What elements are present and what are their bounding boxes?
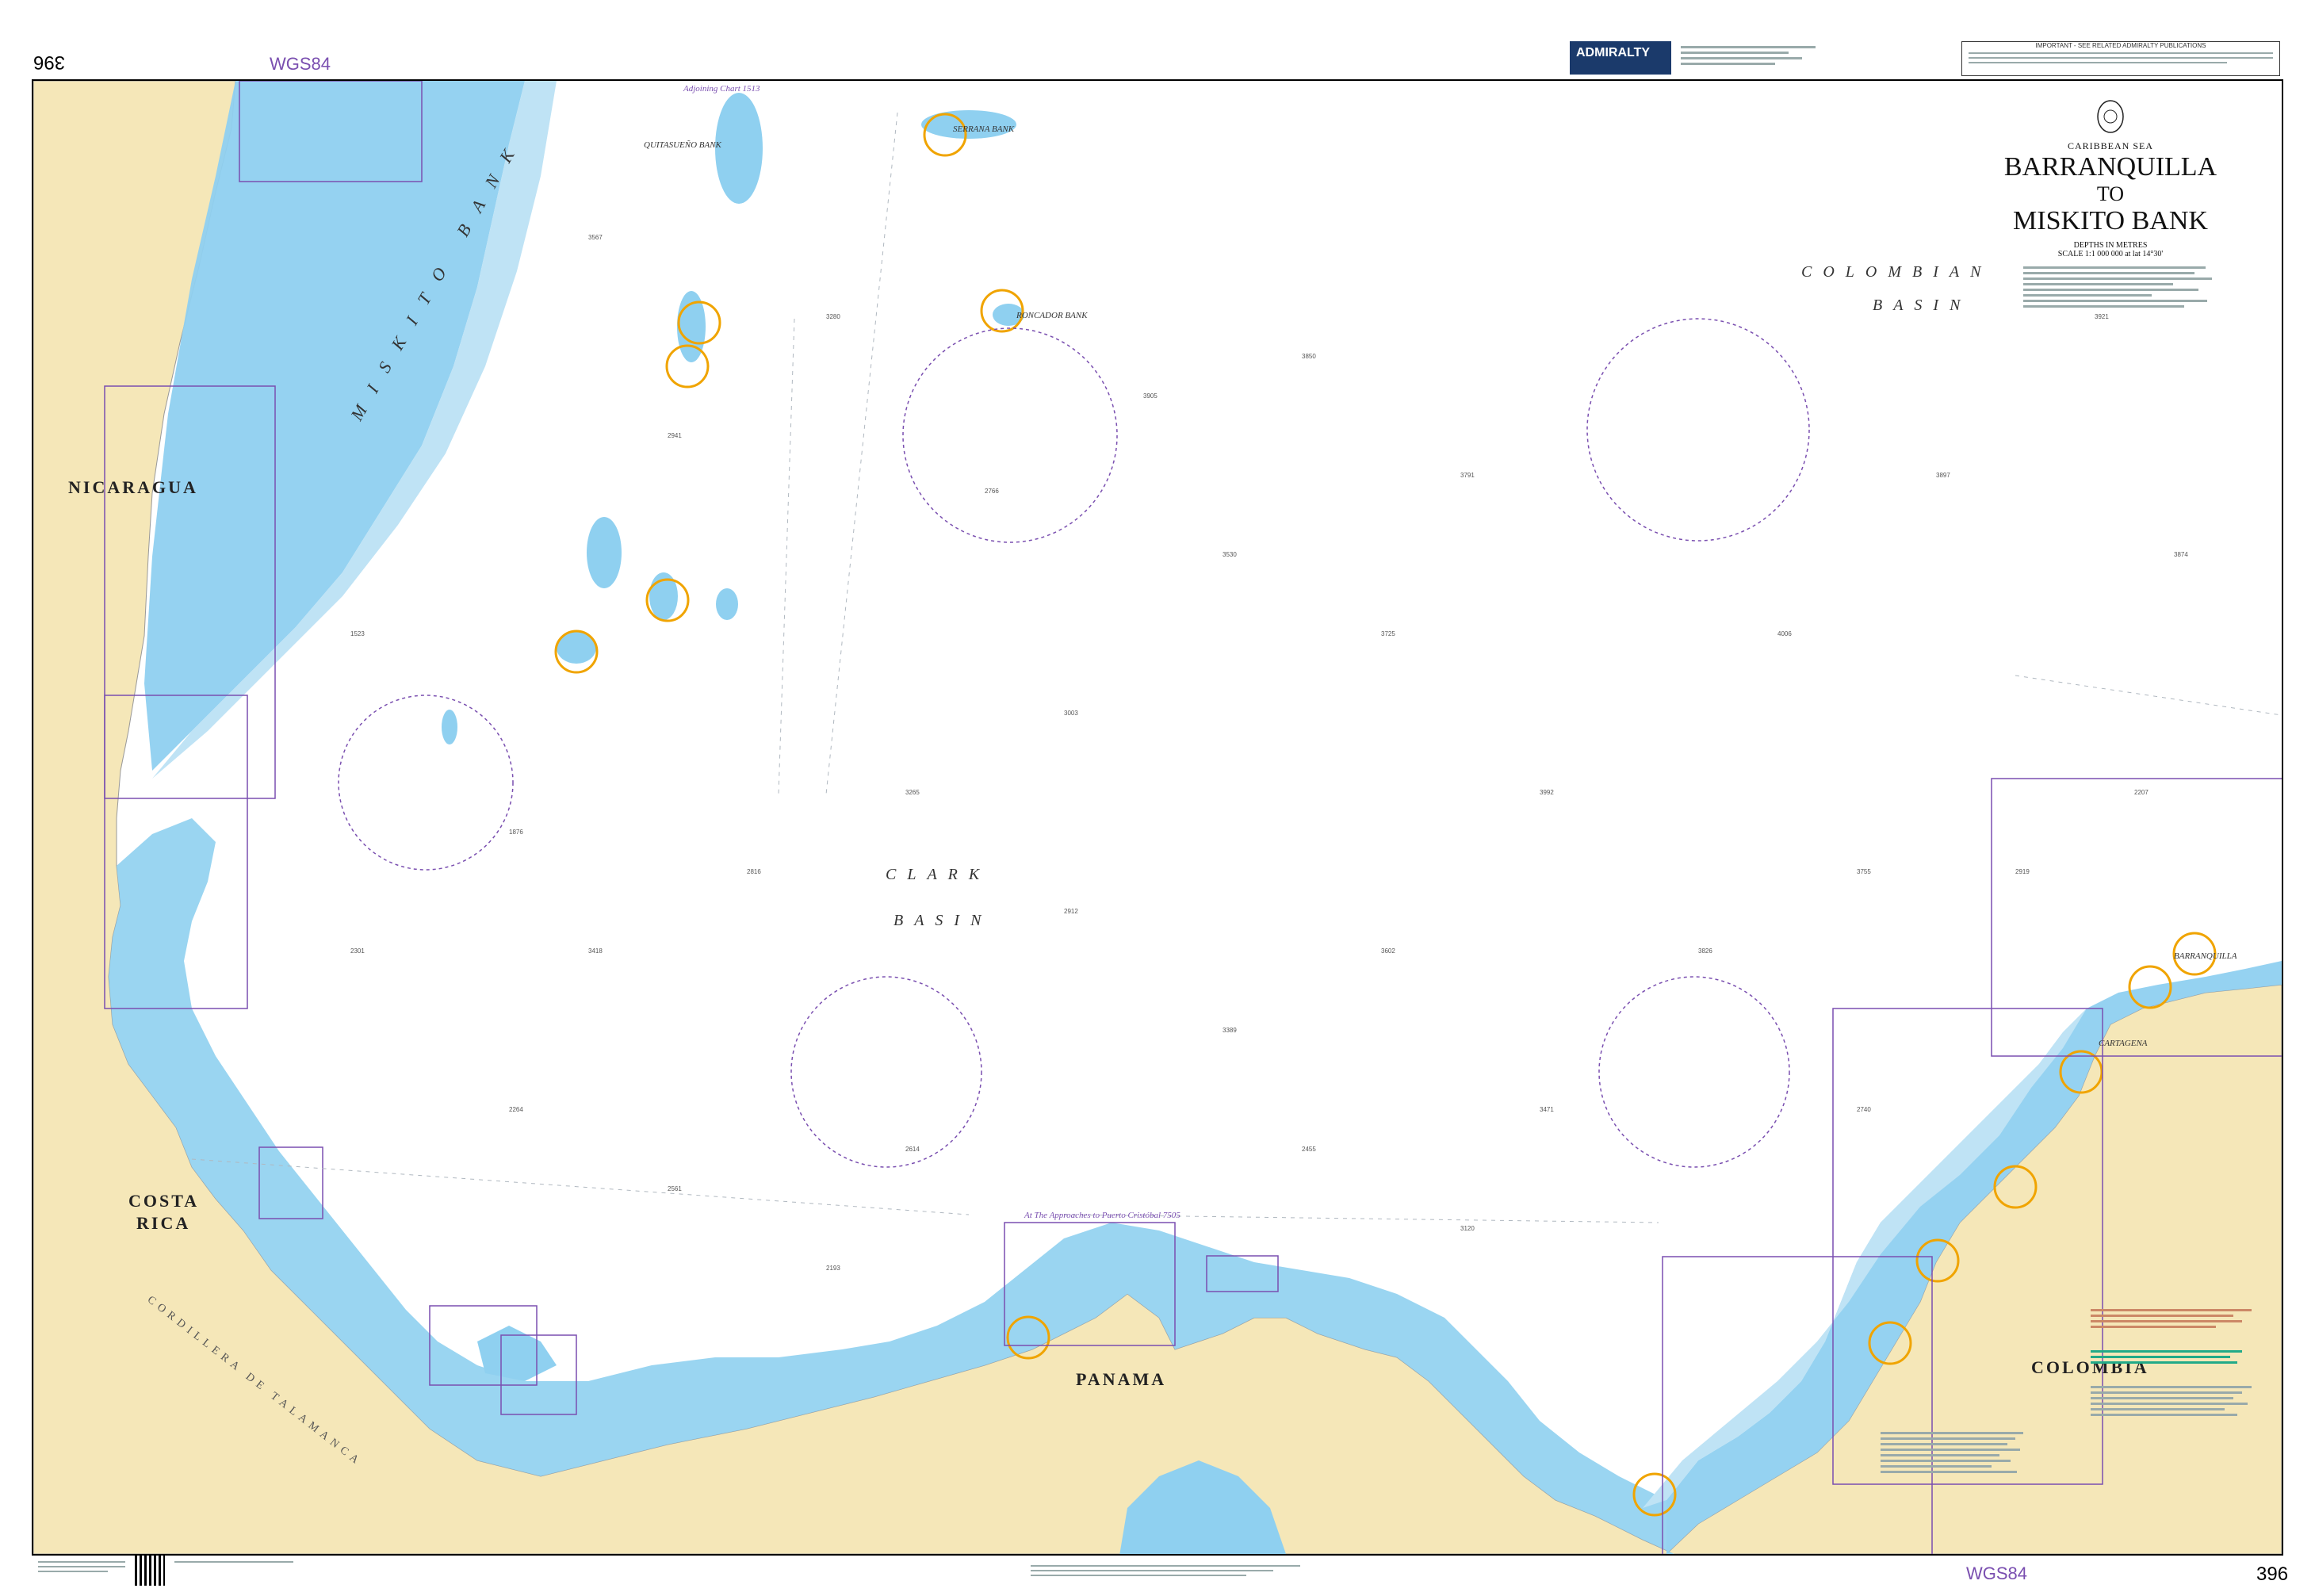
- svg-text:3992: 3992: [1540, 789, 1554, 796]
- title-notes: [1984, 266, 2237, 308]
- svg-text:3567: 3567: [588, 234, 603, 241]
- isla-small: [442, 710, 457, 744]
- svg-text:2766: 2766: [985, 488, 999, 495]
- title-scale: SCALE 1:1 000 000 at lat 14°30': [2057, 250, 2164, 258]
- svg-text:3874: 3874: [2174, 551, 2188, 558]
- svg-text:3418: 3418: [588, 947, 603, 955]
- svg-text:2912: 2912: [1064, 908, 1078, 915]
- label-basin-clark: BASIN: [893, 912, 993, 929]
- title-line-3: MISKITO BANK: [2013, 206, 2208, 235]
- svg-text:3265: 3265: [905, 789, 920, 796]
- top-caution-text: [1681, 43, 1816, 75]
- label-cartagena: CARTAGENA: [2099, 1039, 2148, 1048]
- svg-text:3602: 3602: [1381, 947, 1395, 955]
- svg-text:2561: 2561: [668, 1185, 682, 1192]
- svg-text:1876: 1876: [509, 829, 523, 836]
- svg-text:2614: 2614: [905, 1146, 920, 1153]
- qr-code-icon: [135, 1556, 165, 1586]
- svg-text:3850: 3850: [1302, 353, 1316, 360]
- label-rica: RICA: [136, 1213, 191, 1233]
- datum-top: WGS84: [270, 54, 331, 74]
- label-colombian: COLOMBIAN: [1801, 263, 1992, 281]
- bocas-islands: [477, 1326, 557, 1381]
- svg-text:3921: 3921: [2095, 313, 2109, 320]
- svg-text:3120: 3120: [1460, 1225, 1475, 1232]
- label-roncador: RONCADOR BANK: [1016, 311, 1088, 320]
- compass-roses: [338, 318, 1810, 1168]
- svg-text:3530: 3530: [1223, 551, 1237, 558]
- label-serrana: SERRANA BANK: [953, 124, 1015, 134]
- label-quitasueno: QUITASUEÑO BANK: [644, 140, 721, 150]
- svg-text:3725: 3725: [1381, 630, 1395, 637]
- svg-text:3905: 3905: [1143, 392, 1158, 400]
- label-clark: CLARK: [886, 866, 991, 883]
- chart-number-bottom-right: 396: [2256, 1563, 2289, 1585]
- label-adjoining-chart: Adjoining Chart 1513: [683, 84, 760, 94]
- datum-bottom: WGS84: [1966, 1563, 2028, 1583]
- svg-text:2301: 2301: [350, 947, 365, 955]
- svg-text:3755: 3755: [1857, 868, 1871, 875]
- svg-text:2816: 2816: [747, 868, 761, 875]
- title-block: CARIBBEAN SEA BARRANQUILLA TO MISKITO BA…: [1984, 97, 2237, 311]
- svg-text:3791: 3791: [1460, 472, 1475, 479]
- svg-text:3471: 3471: [1540, 1106, 1554, 1113]
- admiralty-logo: ADMIRALTY: [1570, 41, 1671, 75]
- svg-text:2740: 2740: [1857, 1106, 1871, 1113]
- soundings: 3567 2941 3280 2766 3905 3850 3791 3992 4006 3…: [350, 234, 2188, 1272]
- svg-text:2193: 2193: [826, 1265, 840, 1272]
- chart-notes-panel-2: [1881, 1429, 2039, 1476]
- title-region: CARIBBEAN SEA: [2067, 140, 2153, 151]
- title-line-1: BARRANQUILLA: [2003, 152, 2217, 182]
- title-depth-units: DEPTHS IN METRES: [2073, 241, 2148, 250]
- label-barranquilla: BARRANQUILLA: [2174, 951, 2237, 961]
- cay-island-2: [716, 588, 738, 620]
- svg-text:3280: 3280: [826, 313, 840, 320]
- edition-info: [38, 1558, 125, 1575]
- chart-frame[interactable]: 3567 2941 3280 2766 3905 3850 3791 3992 4006 3…: [32, 79, 2283, 1556]
- svg-text:4006: 4006: [1777, 630, 1792, 637]
- svg-text:2264: 2264: [509, 1106, 523, 1113]
- important-notice-title: IMPORTANT - SEE RELATED ADMIRALTY PUBLIC…: [2035, 42, 2206, 49]
- label-panama: PANAMA: [1076, 1369, 1167, 1389]
- title-line-2: TO: [2096, 182, 2125, 205]
- svg-text:3897: 3897: [1936, 472, 1950, 479]
- label-basin-colombian: BASIN: [1873, 297, 1972, 314]
- chart-notes-panel: [2091, 1306, 2269, 1419]
- svg-text:2455: 2455: [1302, 1146, 1316, 1153]
- svg-text:1523: 1523: [350, 630, 365, 637]
- bottom-center-notice: [1031, 1562, 1300, 1579]
- san-andres-island: [587, 517, 622, 588]
- important-notice-box: IMPORTANT - SEE RELATED ADMIRALTY PUBLIC…: [1961, 41, 2280, 76]
- svg-text:3389: 3389: [1223, 1027, 1237, 1034]
- svg-text:3003: 3003: [1064, 710, 1078, 717]
- crest-icon: [2097, 100, 2124, 133]
- copyright-notice: [174, 1558, 293, 1566]
- logo-text: ADMIRALTY: [1576, 46, 1651, 59]
- quitasueno-bank: [715, 93, 763, 204]
- label-nicaragua: NICARAGUA: [68, 477, 198, 497]
- svg-text:2941: 2941: [668, 432, 682, 439]
- chart-number-top-left: 396: [33, 52, 66, 73]
- svg-text:3826: 3826: [1698, 947, 1712, 955]
- svg-text:2919: 2919: [2015, 868, 2030, 875]
- label-costa: COSTA: [128, 1191, 200, 1211]
- svg-text:2207: 2207: [2134, 789, 2149, 796]
- label-puerto-cristobal: At The Approaches to Puerto Cristóbal 75…: [1024, 1211, 1180, 1220]
